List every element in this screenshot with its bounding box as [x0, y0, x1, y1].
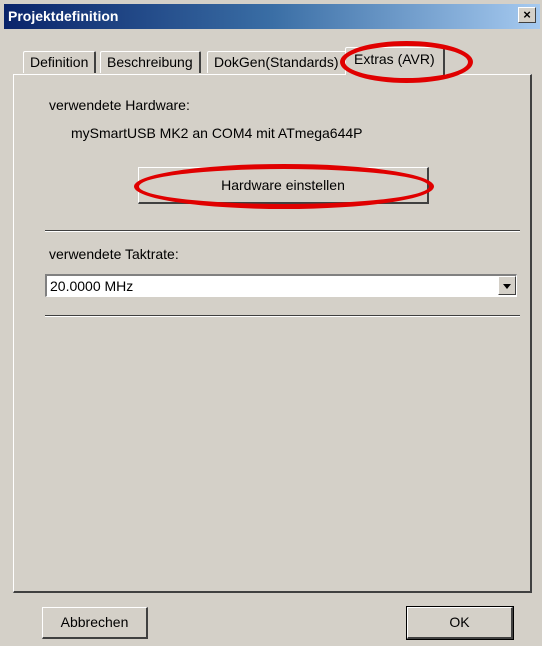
separator: [45, 230, 520, 232]
clock-rate-value: 20.0000 MHz: [50, 278, 134, 294]
clock-label: verwendete Taktrate:: [49, 246, 179, 262]
close-button[interactable]: ×: [518, 7, 536, 23]
tab-label: Beschreibung: [107, 54, 193, 70]
hardware-settings-button[interactable]: Hardware einstellen: [138, 167, 429, 204]
tab-extras-avr[interactable]: Extras (AVR): [345, 47, 445, 75]
hardware-value: mySmartUSB MK2 an COM4 mit ATmega644P: [71, 125, 363, 141]
tab-definition[interactable]: Definition: [23, 51, 97, 73]
hardware-settings-button-label: Hardware einstellen: [221, 177, 345, 193]
hardware-label: verwendete Hardware:: [49, 97, 190, 113]
window-title: Projektdefinition: [8, 8, 119, 24]
ok-button[interactable]: OK: [406, 606, 514, 640]
tab-label: Definition: [30, 54, 89, 70]
clock-rate-select[interactable]: 20.0000 MHz: [45, 274, 517, 297]
chevron-down-icon[interactable]: [498, 276, 516, 295]
cancel-button[interactable]: Abbrechen: [42, 607, 148, 639]
cancel-button-label: Abbrechen: [60, 614, 129, 630]
close-icon: ×: [523, 7, 531, 22]
tab-panel: [13, 74, 532, 593]
title-bar[interactable]: Projektdefinition ×: [4, 4, 540, 29]
dialog-window: Projektdefinition × Definition Beschreib…: [0, 0, 542, 646]
separator: [45, 315, 520, 317]
tab-label: Extras (AVR): [354, 51, 435, 67]
tab-beschreibung[interactable]: Beschreibung: [100, 51, 201, 73]
ok-button-label: OK: [449, 614, 470, 630]
tab-dokgen[interactable]: DokGen(Standards): [207, 51, 347, 73]
tab-label: DokGen(Standards): [214, 54, 339, 70]
